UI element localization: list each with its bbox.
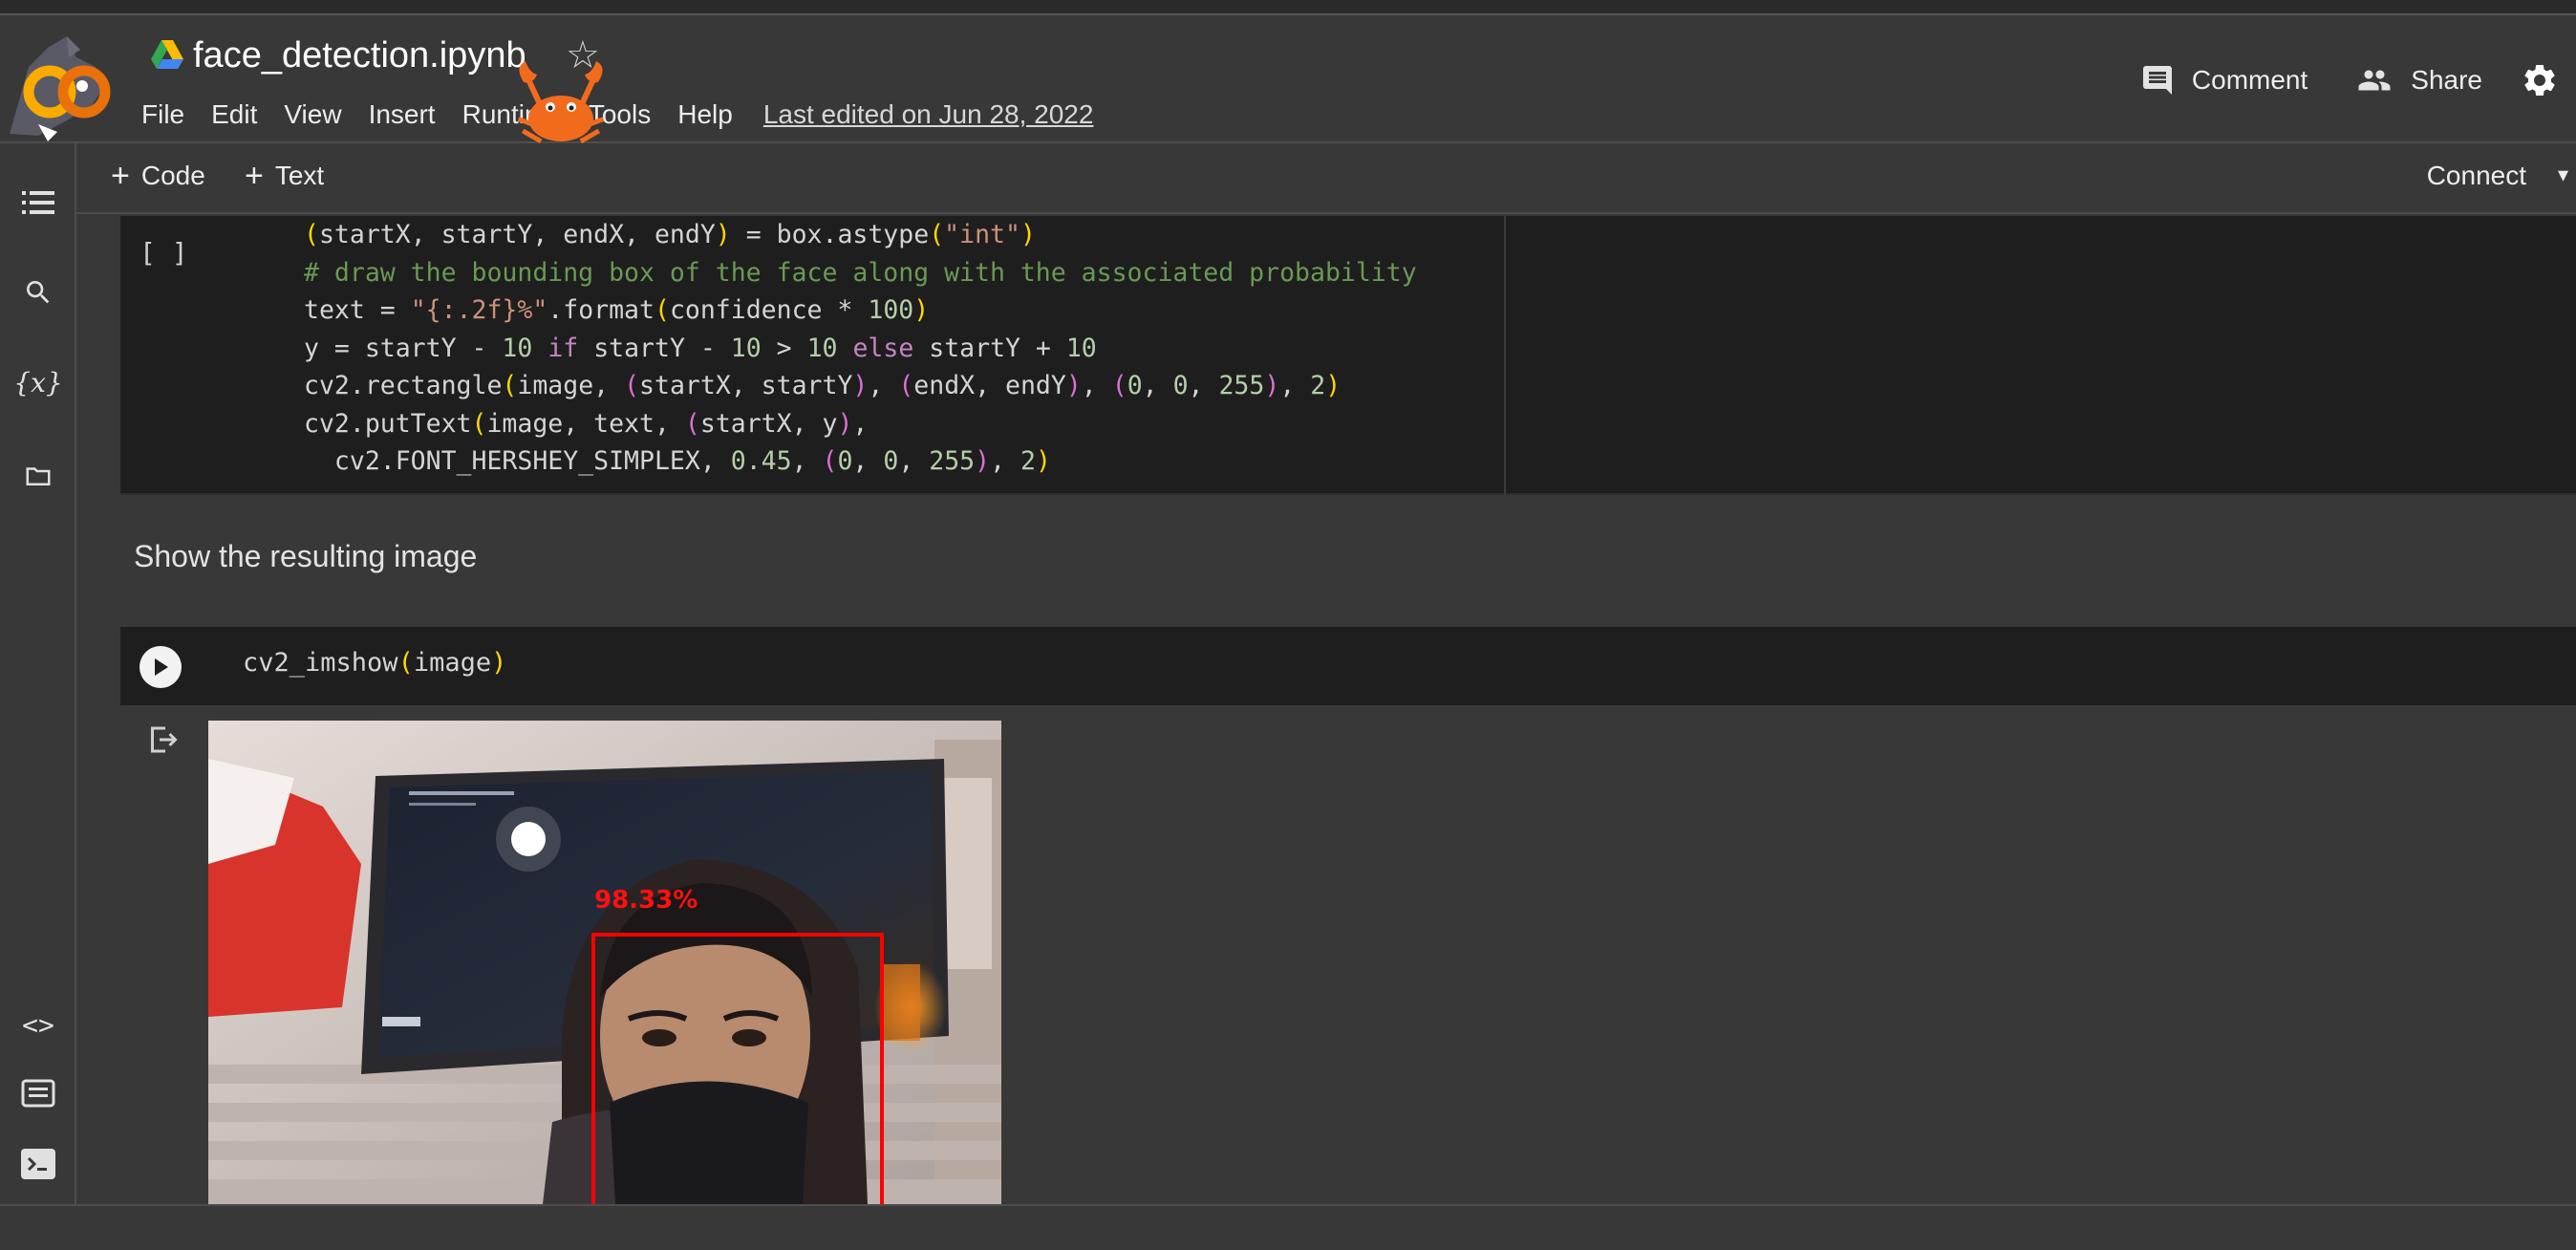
output-image: 98.33% [208,721,1001,1204]
table-of-contents-icon[interactable] [19,183,57,222]
menu-edit[interactable]: Edit [198,96,270,134]
header-actions: Comment Share [2093,61,2559,99]
menu-help[interactable]: Help [664,96,746,134]
google-drive-icon[interactable] [151,40,183,69]
share-label: Share [2411,65,2482,95]
left-sidebar: {x} <> [0,143,76,1204]
notebook-title[interactable]: face_detection.ipynb [193,32,526,78]
command-palette-icon[interactable] [19,1074,57,1112]
code-line: (startX, startY, endX, endY) = box.astyp… [304,220,1036,249]
search-icon[interactable] [19,273,57,312]
code-snippets-icon[interactable]: <> [19,1005,57,1044]
menu-file[interactable]: File [141,96,198,134]
settings-button[interactable] [2521,61,2559,99]
menu-bar: File Edit View Insert Runtime Tools Help… [141,96,1093,134]
add-code-button[interactable]: + Code [111,158,205,194]
status-bar [0,1204,2576,1250]
plus-icon: + [111,158,130,194]
menu-insert[interactable]: Insert [355,96,449,134]
execution-count[interactable]: [ ] [140,237,188,269]
code-cell[interactable]: cv2_imshow(image) [120,627,2576,705]
add-text-label: Text [274,161,325,190]
gear-icon [2524,64,2555,96]
people-icon [2358,70,2391,91]
colab-header: face_detection.ipynb ☆ File Edit View In… [0,15,2576,144]
detection-label: 98.33% [594,886,698,915]
code-fn: cv2_imshow [243,648,398,678]
menu-view[interactable]: View [270,96,354,134]
code-line: y = startY - 10 if startY - 10 > 10 else… [304,333,1097,363]
terminal-icon[interactable] [19,1145,57,1183]
comment-icon [2142,66,2172,95]
folder-icon[interactable] [19,457,57,495]
add-text-button[interactable]: + Text [245,158,325,194]
play-icon [155,658,168,676]
last-edited-link[interactable]: Last edited on Jun 28, 2022 [763,96,1094,134]
chevron-down-icon[interactable]: ▾ [2558,162,2568,187]
notebook-content: [ ] (startX, startY, endX, endY) = box.a… [78,216,2576,1204]
code-line: cv2.FONT_HERSHEY_SIMPLEX, 0.45, (0, 0, 2… [304,446,1051,476]
comment-button[interactable]: Comment [2140,63,2308,97]
code-line: cv2.rectangle(image, (startX, startY), (… [304,371,1342,400]
browser-top-strip [0,0,2576,15]
code-line: cv2.putText(image, text, (startX, y), [304,408,869,439]
notebook-toolbar: + Code + Text Connect ▾ [76,143,2576,214]
share-button[interactable]: Share [2355,63,2482,97]
code-cell[interactable]: [ ] (startX, startY, endX, endY) = box.a… [120,216,2576,495]
code-line: # draw the bounding box of the face alon… [304,257,1417,288]
colab-logo[interactable] [0,29,120,147]
code-arg: image [413,648,492,678]
code-editor[interactable]: cv2_imshow(image) [243,648,506,678]
add-code-label: Code [140,161,205,190]
variables-icon[interactable]: {x} [13,363,62,401]
run-cell-button[interactable] [140,646,182,688]
code-editor[interactable]: (startX, startY, endX, endY) = box.astyp… [304,216,1417,481]
plus-icon: + [245,158,264,194]
cell-divider [1504,216,1506,495]
code-line: text = "{:.2f}%".format(confidence * 100… [304,295,930,325]
comment-label: Comment [2191,65,2308,95]
output-actions-icon[interactable] [145,722,180,757]
text-cell[interactable]: Show the resulting image [134,539,477,574]
connect-button[interactable]: Connect [2427,161,2526,191]
